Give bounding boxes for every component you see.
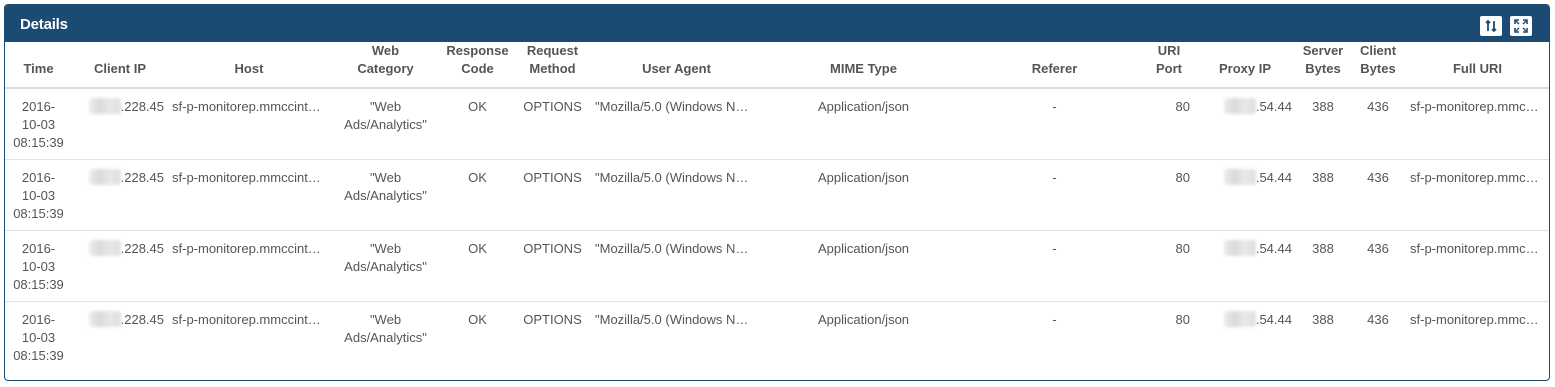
cell-proxy-ip: .54.44: [1194, 301, 1296, 372]
redacted-blur: [88, 98, 121, 114]
cell-uri-port: 80: [1175, 311, 1190, 327]
cell-web-category: "Web Ads/Analytics": [330, 159, 441, 231]
redacted-blur: [1223, 310, 1256, 327]
column-header-full-uri[interactable]: Full URI: [1406, 42, 1549, 89]
expand-button[interactable]: [1510, 16, 1532, 36]
cell-mime-type: Application/json: [762, 230, 965, 302]
redacted-blur: [1223, 239, 1256, 256]
cell-web-category: "Web Ads/Analytics": [330, 230, 441, 302]
cell-request-method: OPTIONS: [514, 159, 591, 231]
cell-host: sf-p-monitorep.mmccint…: [168, 88, 330, 160]
cell-mime-type: Application/json: [817, 311, 910, 327]
column-header-client-bytes[interactable]: Client Bytes: [1350, 42, 1406, 89]
cell-full-uri: sf-p-monitorep.mmccint…: [1406, 230, 1549, 302]
cell-response-code: OK: [441, 88, 514, 160]
cell-client-ip: .228.45: [72, 230, 168, 302]
sort-icon: [1485, 19, 1497, 33]
column-header-user-agent[interactable]: User Agent: [591, 42, 762, 89]
cell-user-agent: "Mozilla/5.0 (Windows N…: [591, 230, 762, 302]
cell-uri-port: 80: [1144, 159, 1194, 231]
redacted-blur: [1223, 168, 1256, 185]
cell-full-uri: sf-p-monitorep.mmccint…: [1406, 88, 1549, 160]
details-panel: Details Time Client IP Host Web Category…: [4, 4, 1550, 381]
cell-host: sf-p-monitorep.mmccint…: [168, 230, 330, 302]
column-header-request-method[interactable]: Request Method: [514, 42, 591, 89]
column-header-server-bytes[interactable]: Server Bytes: [1296, 42, 1350, 89]
cell-server-bytes: 388: [1296, 159, 1350, 231]
column-header-time[interactable]: Time: [5, 42, 72, 89]
column-header-referer[interactable]: Referer: [965, 42, 1144, 89]
column-header-web-category[interactable]: Web Category: [330, 42, 441, 89]
cell-server-bytes: 388: [1296, 230, 1350, 302]
cell-referer: -: [1052, 311, 1057, 327]
cell-response-code: OK: [441, 159, 514, 231]
cell-full-uri: sf-p-monitorep.mmccint…: [1406, 159, 1549, 231]
cell-time: 2016- 10-03 08:15:39: [5, 88, 72, 160]
column-header-response-code[interactable]: Response Code: [441, 42, 514, 89]
cell-referer: -: [965, 159, 1144, 231]
expand-icon: [1514, 19, 1528, 33]
details-table: Time Client IP Host Web Category Response…: [5, 42, 1549, 372]
cell-proxy-ip: .54.44: [1194, 88, 1296, 160]
cell-user-agent: "Mozilla/5.0 (Windows N…: [591, 88, 762, 160]
sort-button[interactable]: [1480, 16, 1502, 36]
column-header-mime-type[interactable]: MIME Type: [762, 42, 965, 89]
cell-proxy-ip: .54.44: [1194, 230, 1296, 302]
cell-client-ip: .228.45: [72, 88, 168, 160]
cell-user-agent: "Mozilla/5.0 (Windows N…: [595, 311, 749, 327]
column-header-host[interactable]: Host: [168, 42, 330, 89]
cell-request-method: OPTIONS: [523, 311, 582, 327]
cell-client-ip: .228.45: [72, 301, 168, 372]
cell-client-ip: .228.45: [72, 159, 168, 231]
redacted-blur: [88, 168, 121, 185]
cell-request-method: OPTIONS: [514, 88, 591, 160]
cell-client-bytes: 436: [1367, 311, 1389, 327]
cell-response-code: OK: [441, 230, 514, 302]
cell-web-category: "Web Ads/Analytics": [330, 88, 441, 160]
cell-host: sf-p-monitorep.mmccint…: [168, 159, 330, 231]
cell-client-bytes: 436: [1350, 230, 1406, 302]
cell-server-bytes: 388: [1296, 88, 1350, 160]
column-header-proxy-ip[interactable]: Proxy IP: [1194, 42, 1296, 89]
cell-mime-type: Application/json: [762, 88, 965, 160]
cell-server-bytes: 388: [1312, 311, 1334, 327]
cell-mime-type: Application/json: [762, 159, 965, 231]
cell-time: 2016- 10-03 08:15:39: [5, 159, 72, 231]
cell-time: 2016- 10-03 08:15:39: [13, 311, 64, 363]
cell-proxy-ip: .54.44: [1194, 159, 1296, 231]
cell-full-uri: sf-p-monitorep.mmccint…: [1410, 311, 1549, 327]
panel-header: Details: [5, 5, 1549, 42]
table-row[interactable]: 2016- 10-03 08:15:39 .228.45 sf-p-monitore…: [5, 159, 1549, 231]
cell-uri-port: 80: [1144, 88, 1194, 160]
column-header-uri-port[interactable]: URI Port: [1144, 42, 1194, 89]
redacted-blur: [88, 239, 121, 256]
panel-title: Details: [20, 16, 68, 33]
cell-request-method: OPTIONS: [514, 230, 591, 302]
redacted-blur: [1223, 98, 1256, 114]
cell-referer: -: [965, 230, 1144, 302]
table-row[interactable]: 2016- 10-03 08:15:39 .228.45 sf-p-monitore…: [5, 301, 1549, 372]
redacted-blur: [88, 310, 121, 327]
cell-web-category: "Web Ads/Analytics": [344, 311, 427, 345]
cell-response-code: OK: [468, 311, 487, 327]
cell-time: 2016- 10-03 08:15:39: [5, 230, 72, 302]
cell-client-bytes: 436: [1350, 88, 1406, 160]
cell-client-bytes: 436: [1350, 159, 1406, 231]
cell-uri-port: 80: [1144, 230, 1194, 302]
cell-referer: -: [965, 88, 1144, 160]
column-header-client-ip[interactable]: Client IP: [72, 42, 168, 89]
table-row[interactable]: 2016- 10-03 08:15:39 .228.45 sf-p-monitore…: [5, 88, 1549, 160]
cell-host: sf-p-monitorep.mmccint…: [172, 311, 321, 327]
table-header-row: Time Client IP Host Web Category Response…: [5, 42, 1549, 89]
cell-user-agent: "Mozilla/5.0 (Windows N…: [591, 159, 762, 231]
table-row[interactable]: 2016- 10-03 08:15:39 .228.45 sf-p-monitore…: [5, 230, 1549, 302]
